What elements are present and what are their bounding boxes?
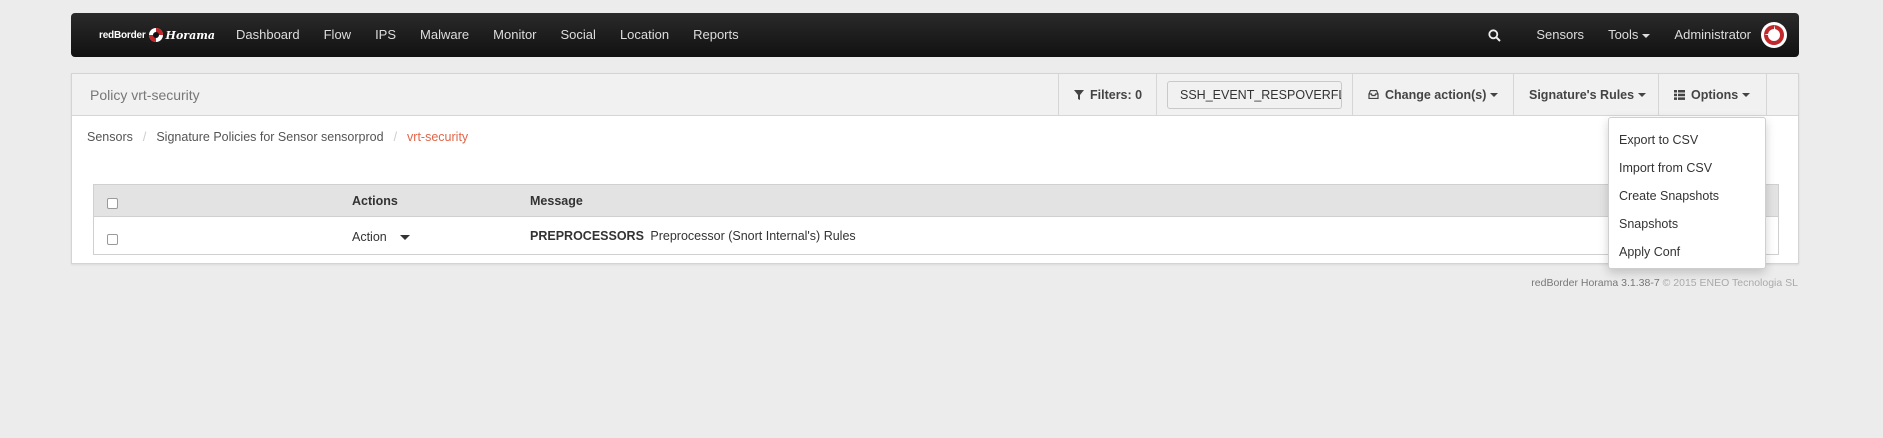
signature-rules-dropdown[interactable]: Signature's Rules	[1513, 74, 1658, 115]
top-navbar: redBorder Horama Dashboard Flow IPS Malw…	[71, 13, 1799, 57]
page-title: Policy vrt-security	[90, 87, 200, 103]
options-label: Options	[1691, 87, 1739, 102]
search-icon[interactable]	[1474, 28, 1514, 42]
chevron-down-icon	[1642, 33, 1651, 38]
select-all-cell	[94, 185, 352, 216]
row-message-cell: PREPROCESSORS Preprocessor (Snort Intern…	[530, 229, 1778, 243]
select-all-checkbox[interactable]	[107, 198, 118, 209]
grid-icon	[1674, 89, 1685, 100]
breadcrumb-separator: /	[142, 130, 147, 144]
filter-icon	[1074, 89, 1084, 100]
rules-table: Actions Message Action PREPROCESSORS Pre…	[93, 184, 1779, 255]
filters-button[interactable]: Filters: 0	[1058, 74, 1156, 115]
options-menu: Export to CSV Import from CSV Create Sna…	[1608, 117, 1766, 269]
row-message-text: Preprocessor (Snort Internal's) Rules	[650, 228, 856, 243]
main-nav: Dashboard Flow IPS Malware Monitor Socia…	[224, 13, 751, 57]
footer-version: redBorder Horama 3.1.38-7	[1531, 277, 1660, 289]
row-actions-cell: Action	[352, 227, 530, 244]
header-message: Message	[530, 193, 583, 208]
header-spacer	[1766, 74, 1798, 115]
menu-create-snapshots[interactable]: Create Snapshots	[1609, 182, 1765, 210]
table-row: Action PREPROCESSORS Preprocessor (Snort…	[94, 217, 1778, 254]
nav-flow[interactable]: Flow	[312, 13, 363, 57]
menu-import-csv[interactable]: Import from CSV	[1609, 154, 1765, 182]
nav-location[interactable]: Location	[608, 13, 681, 57]
menu-apply-conf[interactable]: Apply Conf	[1609, 238, 1765, 266]
breadcrumb-separator: /	[393, 130, 398, 144]
nav-user[interactable]: Administrator	[1662, 13, 1751, 57]
chevron-down-icon	[1490, 92, 1499, 97]
row-select-cell	[94, 217, 352, 254]
nav-sensors[interactable]: Sensors	[1524, 13, 1596, 57]
nav-ips[interactable]: IPS	[363, 13, 408, 57]
filter-input-wrapper: SSH_EVENT_RESPOVERFLOW	[1156, 74, 1352, 115]
breadcrumb-signature-policies[interactable]: Signature Policies for Sensor sensorprod	[156, 130, 383, 144]
search-input[interactable]: SSH_EVENT_RESPOVERFLOW	[1167, 80, 1342, 109]
nav-social[interactable]: Social	[549, 13, 608, 57]
brand-logo[interactable]: redBorder Horama	[99, 13, 215, 57]
breadcrumb-sensors[interactable]: Sensors	[87, 130, 133, 144]
brand-name-a: redBorder	[99, 29, 146, 41]
chevron-down-icon	[1742, 92, 1751, 97]
nav-tools-label: Tools	[1608, 27, 1639, 42]
inbox-icon	[1368, 90, 1379, 99]
nav-monitor[interactable]: Monitor	[481, 13, 548, 57]
row-checkbox[interactable]	[107, 234, 118, 245]
panel-header: Policy vrt-security Filters: 0 SSH_EVENT…	[72, 74, 1798, 116]
menu-snapshots[interactable]: Snapshots	[1609, 210, 1765, 238]
options-dropdown[interactable]: Options	[1658, 74, 1766, 115]
policy-panel: Policy vrt-security Filters: 0 SSH_EVENT…	[71, 73, 1799, 264]
search-input-value: SSH_EVENT_RESPOVERFLOW	[1180, 87, 1341, 102]
table-header: Actions Message	[94, 185, 1778, 217]
nav-right: Sensors Tools Administrator	[1474, 13, 1799, 57]
chevron-down-icon	[1638, 92, 1647, 97]
brand-name-b: Horama	[165, 28, 215, 42]
menu-export-csv[interactable]: Export to CSV	[1609, 126, 1765, 154]
breadcrumb-active: vrt-security	[407, 130, 469, 144]
filters-label: Filters: 0	[1090, 87, 1143, 102]
nav-dashboard[interactable]: Dashboard	[224, 13, 312, 57]
breadcrumb: Sensors / Signature Policies for Sensor …	[87, 130, 468, 144]
nav-reports[interactable]: Reports	[681, 13, 751, 57]
row-action-dropdown[interactable]: Action	[352, 230, 410, 244]
avatar[interactable]	[1761, 22, 1787, 48]
nav-tools-dropdown[interactable]: Tools	[1596, 13, 1662, 57]
row-message-category: PREPROCESSORS	[530, 228, 644, 243]
row-action-label: Action	[352, 230, 387, 244]
signature-rules-label: Signature's Rules	[1529, 87, 1635, 102]
nav-malware[interactable]: Malware	[408, 13, 481, 57]
redborder-logo-icon	[148, 27, 164, 43]
change-actions-label: Change action(s)	[1385, 87, 1487, 102]
footer: redBorder Horama 3.1.38-7 © 2015 ENEO Te…	[1531, 277, 1798, 289]
footer-copyright: © 2015 ENEO Tecnologia SL	[1662, 277, 1798, 289]
header-actions: Actions	[352, 193, 398, 208]
change-actions-dropdown[interactable]: Change action(s)	[1352, 74, 1513, 115]
chevron-down-icon	[399, 234, 410, 240]
